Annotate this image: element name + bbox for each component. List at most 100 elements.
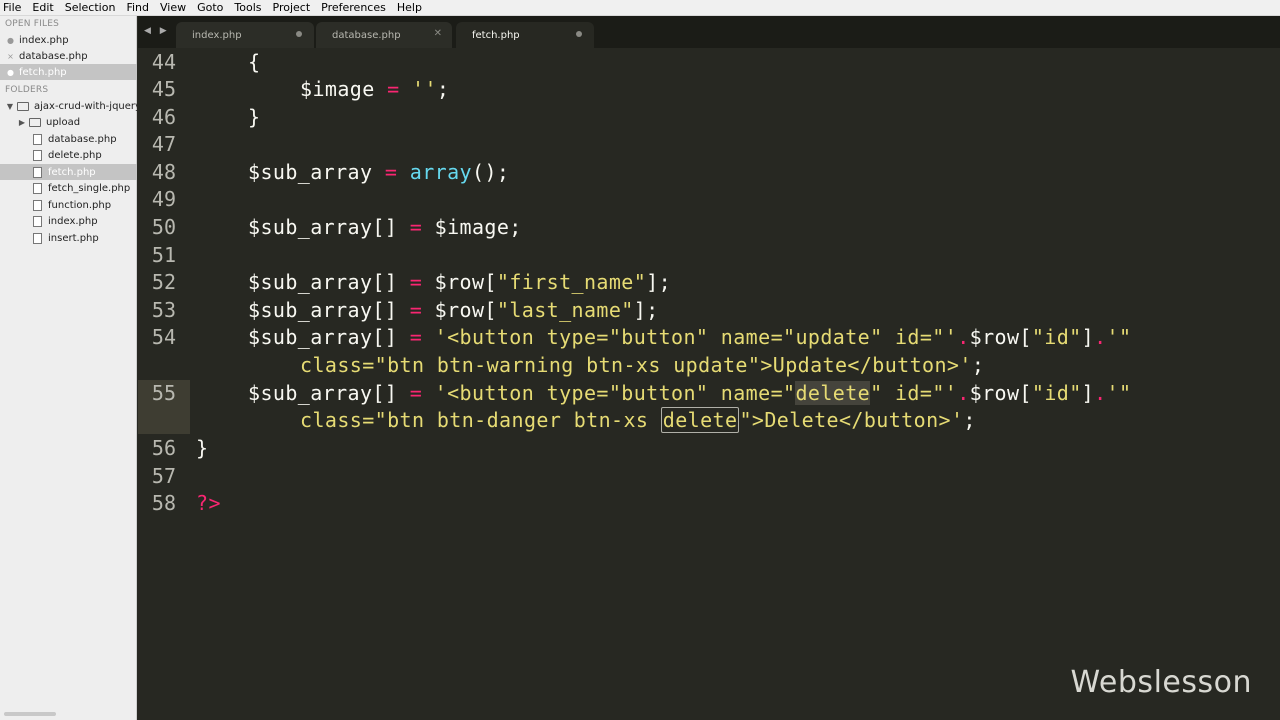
menu-selection[interactable]: Selection (65, 0, 116, 15)
tab-index-php[interactable]: index.php (176, 22, 314, 48)
file-icon (33, 182, 42, 194)
menu-view[interactable]: View (160, 0, 186, 15)
code-line-54: $sub_array[] = '<button type="button" na… (248, 324, 1131, 351)
open-file-label: database.php (19, 50, 88, 62)
line-number: 50 (151, 215, 176, 239)
code-operator: = (409, 381, 423, 405)
code-line-44: { (248, 49, 260, 76)
code-line-56: } (196, 435, 208, 462)
file-index[interactable]: index.php (0, 213, 137, 229)
file-icon (33, 133, 42, 145)
code-line-58: ?> (196, 490, 221, 517)
code-token: ; (963, 408, 976, 432)
code-token: ; (971, 353, 985, 377)
unsaved-dot-icon: ● (7, 35, 14, 45)
line-number: 44 (151, 50, 176, 74)
close-icon[interactable]: ✕ (434, 28, 442, 39)
line-number: 57 (151, 464, 176, 488)
code-line-45: $image = ''; (300, 76, 449, 103)
code-token: } (196, 436, 209, 460)
code-operator: = (409, 325, 423, 349)
code-string: ">Delete</button>' (739, 408, 964, 432)
file-fetch[interactable]: fetch.php (0, 164, 137, 180)
line-number: 45 (151, 77, 176, 101)
tab-label: index.php (192, 29, 242, 41)
menu-goto[interactable]: Goto (197, 0, 223, 15)
line-number: 49 (151, 187, 176, 211)
file-label: fetch.php (48, 166, 96, 178)
code-string: '<button type="button" name=" (434, 381, 796, 405)
unsaved-dot-icon[interactable] (296, 31, 302, 37)
code-editor[interactable]: 44 45 46 47 48 49 50 51 52 53 54 55 56 5… (138, 48, 1280, 720)
folders-header: FOLDERS (5, 85, 49, 95)
code-operator: . (1094, 381, 1107, 405)
code-token: $sub_array (248, 160, 373, 184)
code-string: '<button type="button" name="update" id=… (434, 325, 958, 349)
file-insert[interactable]: insert.php (0, 230, 137, 246)
code-token: $sub_array[] (248, 298, 398, 322)
file-label: fetch_single.php (48, 182, 131, 194)
close-icon[interactable]: × (0, 52, 19, 61)
code-operator: . (1094, 325, 1107, 349)
file-icon (33, 232, 42, 244)
tab-label: database.php (332, 29, 401, 41)
code-token: ] (1081, 381, 1095, 405)
project-folder-label: ajax-crud-with-jquery- (34, 100, 137, 112)
file-icon (33, 166, 42, 178)
code-string: "id" (1031, 381, 1082, 405)
code-function: array (409, 160, 472, 184)
code-token: $sub_array[] (248, 381, 398, 405)
menu-find[interactable]: Find (126, 0, 149, 15)
code-token: $row[ (434, 298, 497, 322)
code-line-50: $sub_array[] = $image; (248, 214, 522, 241)
code-line-55-wrap: class="btn btn-danger btn-xs delete ">Del… (300, 407, 976, 434)
code-operator: . (957, 381, 970, 405)
subfolder-upload[interactable]: ▶ upload (0, 114, 137, 130)
menu-file[interactable]: File (3, 0, 21, 15)
file-database[interactable]: database.php (0, 131, 137, 147)
project-folder[interactable]: ▼ ajax-crud-with-jquery- (0, 98, 137, 114)
line-number: 55 (151, 381, 176, 405)
code-token: ; (436, 77, 450, 101)
tab-scroll-arrows-icon[interactable]: ◀ ▶ (144, 26, 170, 36)
menu-tools[interactable]: Tools (234, 0, 261, 15)
code-string: "last_name" (496, 298, 634, 322)
sidebar: OPEN FILES ● index.php × database.php ● … (0, 16, 137, 720)
sidebar-scrollbar[interactable] (4, 712, 56, 716)
chevron-down-icon[interactable]: ▼ (5, 102, 15, 111)
code-operator: ?> (196, 491, 221, 515)
line-number: 53 (151, 298, 176, 322)
file-label: database.php (48, 133, 117, 145)
code-operator: . (957, 325, 970, 349)
menu-edit[interactable]: Edit (32, 0, 53, 15)
open-file-database[interactable]: × database.php (0, 48, 137, 64)
file-function[interactable]: function.php (0, 197, 137, 213)
line-number: 52 (151, 270, 176, 294)
open-file-fetch[interactable]: ● fetch.php (0, 64, 137, 80)
file-fetch-single[interactable]: fetch_single.php (0, 180, 137, 196)
code-line-53: $sub_array[] = $row["last_name"]; (248, 297, 659, 324)
code-string: " id="' (870, 381, 958, 405)
line-number: 46 (151, 105, 176, 129)
file-delete[interactable]: delete.php (0, 147, 137, 163)
code-line-48: $sub_array = array(); (248, 159, 509, 186)
line-number: 56 (151, 436, 176, 460)
menu-project[interactable]: Project (273, 0, 311, 15)
code-token: ]; (646, 270, 672, 294)
menu-preferences[interactable]: Preferences (321, 0, 386, 15)
tab-fetch-php[interactable]: fetch.php (456, 22, 594, 48)
file-icon (33, 199, 42, 211)
code-token: { (248, 50, 261, 74)
tab-database-php[interactable]: database.php ✕ (316, 22, 452, 48)
code-token: $row[ (969, 325, 1032, 349)
code-token: $image (300, 77, 375, 101)
menu-help[interactable]: Help (397, 0, 422, 15)
code-operator: = (387, 77, 400, 101)
open-file-index[interactable]: ● index.php (0, 32, 137, 48)
file-label: index.php (48, 215, 98, 227)
unsaved-dot-icon[interactable] (576, 31, 582, 37)
menu-bar: File Edit Selection Find View Goto Tools… (0, 0, 1280, 16)
line-number: 51 (151, 243, 176, 267)
file-label: function.php (48, 199, 112, 211)
chevron-right-icon[interactable]: ▶ (17, 118, 27, 127)
